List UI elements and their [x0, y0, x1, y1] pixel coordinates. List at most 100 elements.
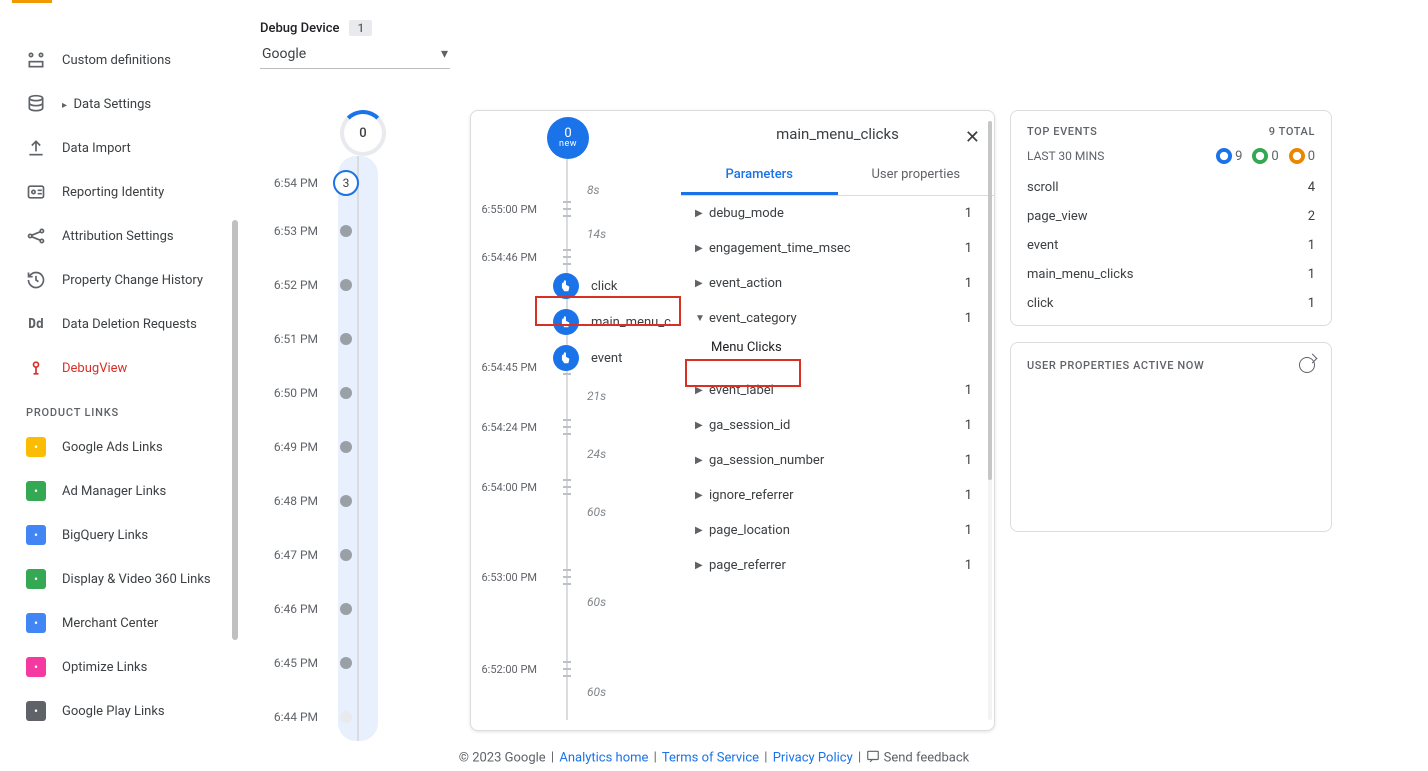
- minute-row[interactable]: 6:53 PM: [260, 224, 460, 238]
- sidebar-item-data-deletion-requests[interactable]: DdData Deletion Requests: [8, 302, 238, 346]
- sidebar-product-ad-manager-links[interactable]: •Ad Manager Links: [8, 469, 238, 513]
- top-events-heading: TOP EVENTS: [1027, 125, 1097, 138]
- param-row-ga_session_number[interactable]: ▶ga_session_number1: [681, 443, 994, 478]
- sidebar-item-label: DebugView: [62, 361, 127, 376]
- sidebar-scrollbar[interactable]: [232, 220, 238, 640]
- param-row-ignore_referrer[interactable]: ▶ignore_referrer1: [681, 478, 994, 513]
- sidebar-item-custom-definitions[interactable]: Custom definitions: [8, 38, 238, 82]
- minute-time: 6:52 PM: [260, 278, 332, 292]
- product-icon: •: [26, 437, 46, 457]
- tab-user-properties[interactable]: User properties: [838, 157, 995, 195]
- param-row-event_category[interactable]: ▼event_category1: [681, 301, 994, 336]
- top-events-card: TOP EVENTS 9 TOTAL LAST 30 MINS 900 scro…: [1010, 110, 1332, 326]
- sidebar-item-label: Optimize Links: [62, 660, 147, 675]
- top-events-badge: 9: [1216, 148, 1242, 164]
- sec-time: 6:54:00 PM: [471, 481, 547, 494]
- minute-dot: [340, 279, 352, 291]
- footer-link-home[interactable]: Analytics home: [559, 750, 648, 765]
- event-detail-card: 0 new 6:55:00 PM6:54:46 PM6:54:45 PM6:54…: [470, 110, 995, 731]
- user-properties-card: USER PROPERTIES ACTIVE NOW: [1010, 342, 1332, 532]
- top-event-row[interactable]: page_view2: [1027, 199, 1315, 228]
- minute-dot: [340, 603, 352, 615]
- footer-link-privacy[interactable]: Privacy Policy: [773, 750, 853, 765]
- params-panel: main_menu_clicks ✕ Parameters User prope…: [681, 111, 994, 730]
- sidebar-item-reporting-identity[interactable]: Reporting Identity: [8, 170, 238, 214]
- minute-row[interactable]: 6:52 PM: [260, 278, 460, 292]
- top-event-count: 2: [1308, 209, 1315, 224]
- product-icon: •: [26, 569, 46, 589]
- sec-event[interactable]: event: [553, 345, 622, 371]
- sidebar-item-attribution-settings[interactable]: Attribution Settings: [8, 214, 238, 258]
- sidebar-item-label: Reporting Identity: [62, 185, 164, 200]
- sec-event-label: click: [591, 279, 618, 294]
- param-row-debug_mode[interactable]: ▶debug_mode1: [681, 196, 994, 231]
- event-card-scrollbar[interactable]: [988, 121, 992, 720]
- sidebar-nav: Custom definitionsData SettingsData Impo…: [8, 8, 238, 741]
- minute-row[interactable]: 6:48 PM: [260, 494, 460, 508]
- param-count: 1: [965, 488, 972, 503]
- minute-row[interactable]: 6:45 PM: [260, 656, 460, 670]
- top-event-row[interactable]: event1: [1027, 228, 1315, 257]
- top-event-row[interactable]: main_menu_clicks1: [1027, 257, 1315, 286]
- minute-row[interactable]: 6:54 PM3: [260, 170, 460, 196]
- sec-event[interactable]: click: [553, 273, 618, 299]
- minute-dot: [340, 441, 352, 453]
- minute-row[interactable]: 6:44 PM: [260, 710, 460, 724]
- device-select[interactable]: Google ▾: [260, 42, 450, 69]
- arrow-right-icon: ▶: [695, 525, 709, 536]
- minute-row[interactable]: 6:51 PM: [260, 332, 460, 346]
- param-row-page_location[interactable]: ▶page_location1: [681, 513, 994, 548]
- arrow-right-icon: ▶: [695, 560, 709, 571]
- sidebar-product-google-ads-links[interactable]: •Google Ads Links: [8, 425, 238, 469]
- top-event-row[interactable]: scroll4: [1027, 170, 1315, 199]
- footer-feedback[interactable]: Send feedback: [884, 750, 970, 765]
- sidebar-item-debugview[interactable]: DebugView: [8, 346, 238, 390]
- footer-link-tos[interactable]: Terms of Service: [662, 750, 759, 765]
- minute-row[interactable]: 6:50 PM: [260, 386, 460, 400]
- product-icon: •: [26, 613, 46, 633]
- arrow-right-icon: ▶: [695, 420, 709, 431]
- sidebar-product-bigquery-links[interactable]: •BigQuery Links: [8, 513, 238, 557]
- product-icon: •: [26, 701, 46, 721]
- minute-dot: [340, 711, 352, 723]
- minute-row[interactable]: 6:46 PM: [260, 602, 460, 616]
- top-event-row[interactable]: click1: [1027, 286, 1315, 315]
- param-row-engagement_time_msec[interactable]: ▶engagement_time_msec1: [681, 231, 994, 266]
- main-area: Debug Device 1 Google ▾ 0 6:54 PM36:53 P…: [260, 20, 1368, 741]
- param-row-ga_session_id[interactable]: ▶ga_session_id1: [681, 408, 994, 443]
- param-row-event_action[interactable]: ▶event_action1: [681, 266, 994, 301]
- identity-icon: [26, 182, 46, 202]
- sidebar-item-data-import[interactable]: Data Import: [8, 126, 238, 170]
- param-count: 1: [965, 558, 972, 573]
- param-name: page_location: [709, 523, 965, 538]
- seconds-bubble-sub: new: [559, 140, 577, 149]
- minute-bubble[interactable]: 0: [340, 110, 386, 156]
- minute-time: 6:49 PM: [260, 440, 332, 454]
- sidebar-item-property-change-history[interactable]: Property Change History: [8, 258, 238, 302]
- sidebar-item-data-settings[interactable]: Data Settings: [8, 82, 238, 126]
- close-icon[interactable]: ✕: [965, 127, 980, 148]
- sidebar-product-merchant-center[interactable]: •Merchant Center: [8, 601, 238, 645]
- sidebar-item-label: Google Play Links: [62, 704, 165, 719]
- minute-row[interactable]: 6:47 PM: [260, 548, 460, 562]
- seconds-bubble[interactable]: 0 new: [547, 117, 589, 159]
- sidebar-product-optimize-links[interactable]: •Optimize Links: [8, 645, 238, 689]
- top-events-badges: 900: [1206, 148, 1315, 164]
- minute-row[interactable]: 6:49 PM: [260, 440, 460, 454]
- minute-bubble-count: 0: [359, 126, 366, 141]
- sidebar-product-search-ads-360-links[interactable]: •Search Ads 360 Links: [8, 733, 238, 741]
- param-row-page_referrer[interactable]: ▶page_referrer1: [681, 548, 994, 583]
- minute-time: 6:46 PM: [260, 602, 332, 616]
- param-name: ga_session_id: [709, 418, 965, 433]
- minute-dot: [340, 387, 352, 399]
- tab-parameters[interactable]: Parameters: [681, 157, 838, 195]
- sec-event[interactable]: main_menu_c: [553, 309, 671, 335]
- param-row-event_label[interactable]: ▶event_label1: [681, 373, 994, 408]
- minute-time: 6:44 PM: [260, 710, 332, 724]
- sec-delay: 60s: [587, 505, 606, 519]
- sec-delay: 24s: [587, 447, 606, 461]
- history-icon[interactable]: [1299, 357, 1315, 373]
- sidebar-product-google-play-links[interactable]: • Google Play Links: [8, 689, 238, 733]
- sidebar-product-display-&-video-360-links[interactable]: •Display & Video 360 Links: [8, 557, 238, 601]
- minute-time: 6:54 PM: [260, 176, 332, 190]
